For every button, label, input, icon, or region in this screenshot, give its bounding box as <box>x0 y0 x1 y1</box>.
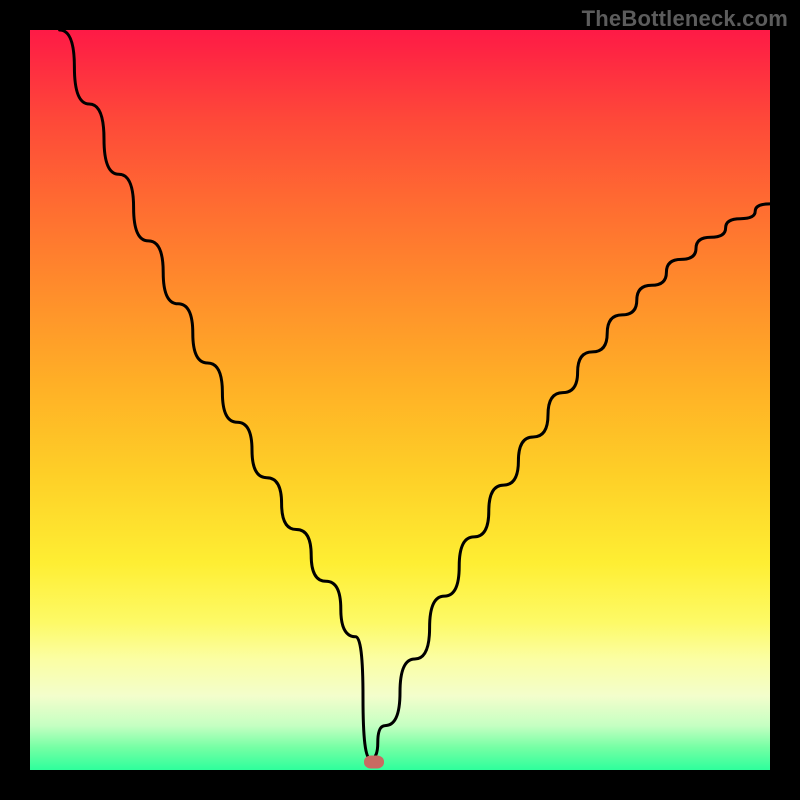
plot-area <box>30 30 770 770</box>
optimal-point-marker <box>364 756 384 769</box>
watermark-text: TheBottleneck.com <box>582 6 788 32</box>
chart-frame: TheBottleneck.com <box>0 0 800 800</box>
bottleneck-curve <box>30 30 770 770</box>
